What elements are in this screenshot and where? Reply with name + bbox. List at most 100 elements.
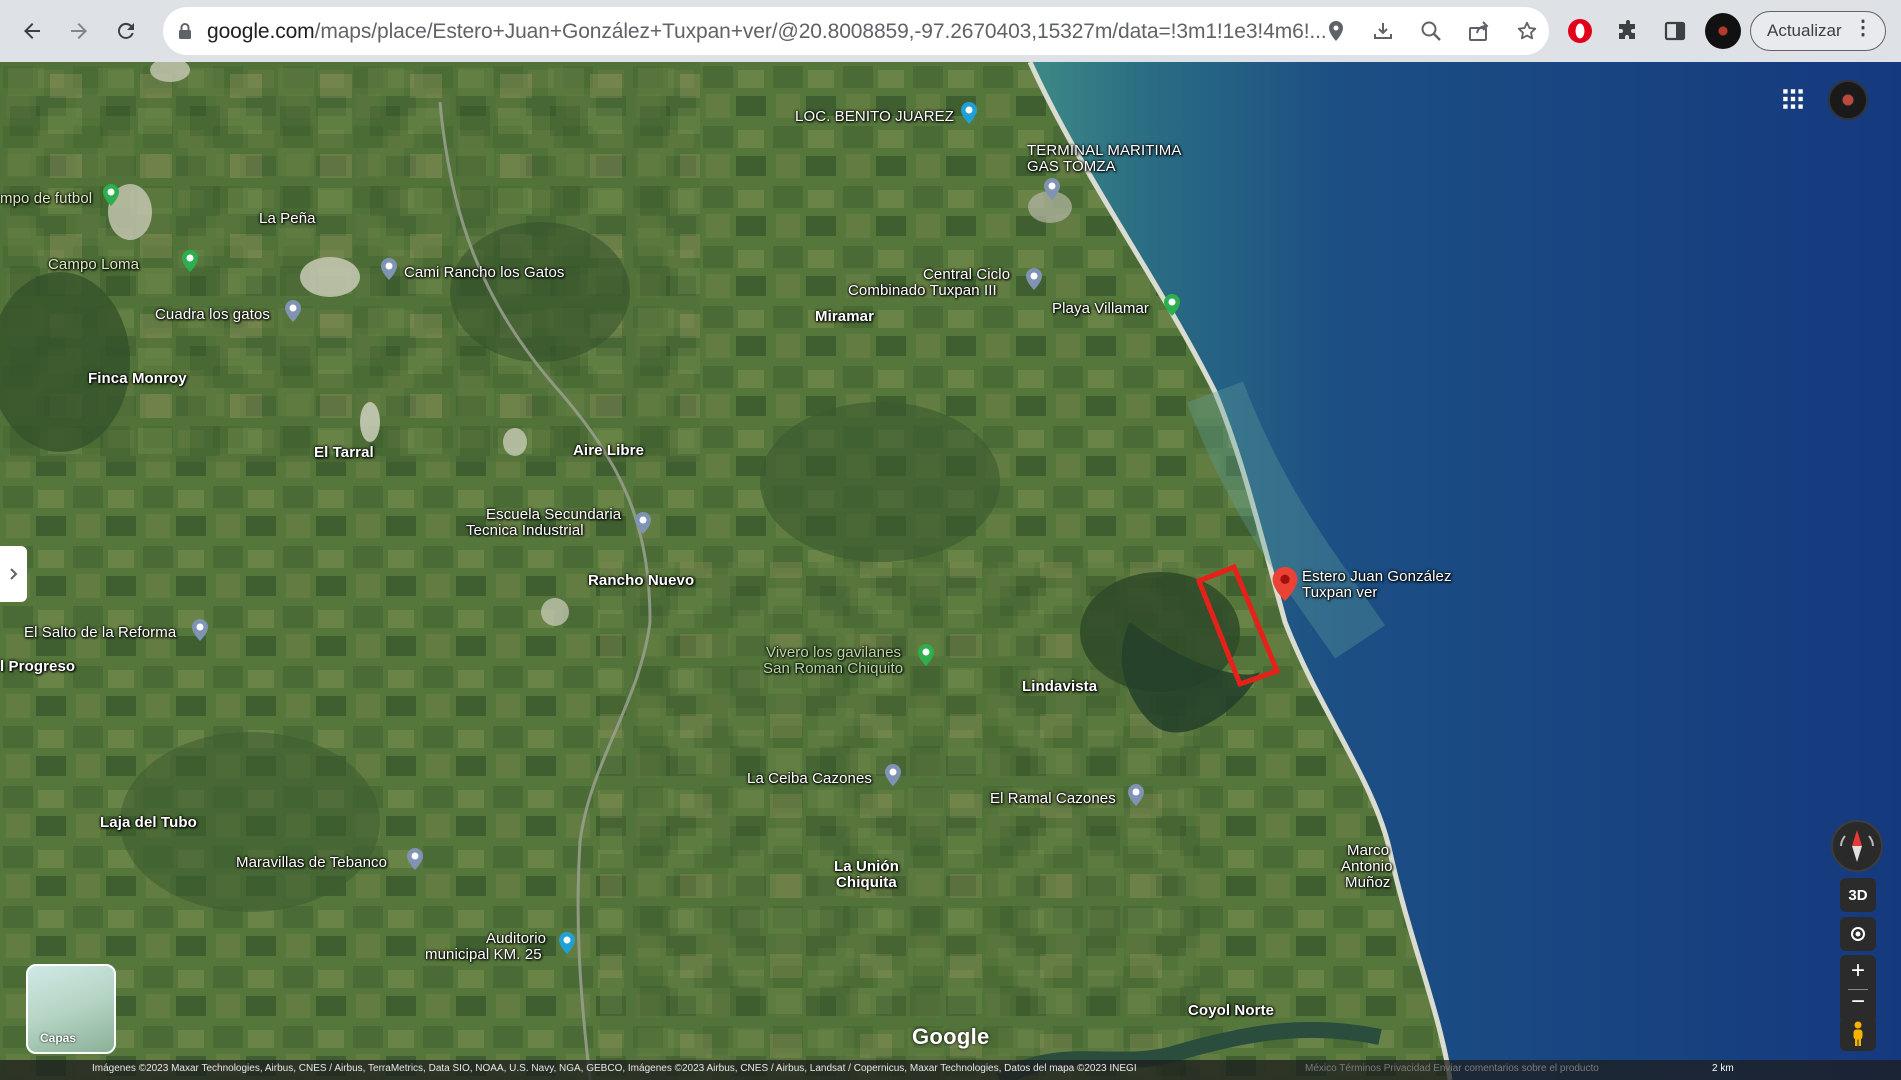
star-icon (1517, 21, 1537, 40)
place-label[interactable]: TERMINAL MARITIMA (1027, 142, 1181, 159)
account-avatar[interactable] (1828, 80, 1868, 120)
park-pin-icon[interactable] (917, 644, 935, 666)
zoom-button[interactable] (1419, 19, 1443, 43)
place-label[interactable]: Escuela Secundaria (486, 506, 621, 523)
place-label[interactable]: municipal KM. 25 (425, 946, 542, 963)
selected-place-name[interactable]: Estero Juan González (1302, 568, 1452, 585)
profile-avatar[interactable] (1705, 13, 1741, 49)
map-footer: Imágenes ©2023 Maxar Technologies, Airbu… (0, 1060, 1901, 1080)
place-label[interactable]: La Peña (259, 210, 316, 227)
footer-links[interactable]: México Términos Privacidad Enviar coment… (1305, 1063, 1599, 1074)
music-pin-icon[interactable] (558, 932, 576, 954)
zoom-icon (1421, 21, 1441, 41)
place-label[interactable]: Maravillas de Tebanco (236, 854, 387, 871)
forward-icon (71, 23, 87, 39)
park-pin-icon[interactable] (181, 250, 199, 272)
place-label[interactable]: Auditorio (486, 930, 546, 947)
zoom-in-button[interactable]: + (1840, 957, 1876, 985)
google-logo: Google (912, 1024, 990, 1049)
place-label[interactable]: Marco (1347, 842, 1389, 859)
layers-label: Capas (40, 1031, 77, 1045)
zoom-out-button[interactable]: − (1840, 988, 1876, 1016)
place-label[interactable]: GAS TOMZA (1027, 158, 1116, 175)
expand-panel-button[interactable] (0, 546, 27, 602)
place-label[interactable]: Rancho Nuevo (588, 572, 694, 589)
share-button[interactable] (1467, 19, 1491, 43)
place-pin-icon[interactable] (191, 619, 209, 641)
my-location-button[interactable] (1840, 917, 1876, 951)
place-label[interactable]: Chiquita (836, 874, 897, 891)
forward-button[interactable] (61, 13, 97, 49)
place-label[interactable]: Aire Libre (573, 442, 644, 459)
apps-grid-icon[interactable] (1780, 86, 1806, 112)
place-label[interactable]: Playa Villamar (1052, 300, 1149, 317)
attribution-text: Imágenes ©2023 Maxar Technologies, Airbu… (92, 1063, 1137, 1074)
bookmark-button[interactable] (1515, 19, 1539, 43)
place-label[interactable]: Vivero los gavilanes (766, 644, 901, 661)
selected-place-marker-icon[interactable] (1271, 566, 1299, 602)
extensions-icon (1619, 20, 1635, 39)
place-label[interactable]: Antonio (1341, 858, 1393, 875)
satellite-map[interactable]: LOC. BENITO JUAREZ TERMINAL MARITIMA GAS… (0, 62, 1901, 1080)
place-label[interactable]: Laja del Tubo (100, 814, 197, 831)
place-label[interactable]: Tecnica Industrial (466, 522, 584, 539)
place-label[interactable]: Cami Rancho los Gatos (404, 264, 565, 281)
address-bar[interactable]: google.com/maps/place/Estero+Juan+Gonzál… (163, 7, 1549, 55)
school-pin-icon[interactable] (634, 512, 652, 534)
place-label[interactable]: El Salto de la Reforma (24, 624, 176, 641)
place-label[interactable]: mpo de futbol (0, 190, 92, 207)
place-pin-icon[interactable] (1025, 268, 1043, 290)
layers-button[interactable]: Capas (26, 964, 116, 1054)
place-label[interactable]: Miramar (815, 308, 874, 325)
update-label: Actualizar (1767, 21, 1842, 40)
back-button[interactable] (14, 13, 50, 49)
reload-button[interactable] (108, 13, 144, 49)
place-label[interactable]: El Ramal Cazones (990, 790, 1116, 807)
zoom-controls: + − (1840, 955, 1876, 1023)
side-panel-button[interactable] (1659, 15, 1691, 47)
install-button[interactable] (1371, 19, 1395, 43)
pegman-icon (1853, 1021, 1863, 1046)
place-label[interactable]: El Tarral (314, 444, 374, 461)
street-view-button[interactable] (1840, 1017, 1876, 1051)
place-label[interactable]: Coyol Norte (1188, 1002, 1274, 1019)
share-icon (1469, 21, 1489, 41)
3d-toggle-button[interactable]: 3D (1840, 878, 1876, 912)
place-label[interactable]: La Unión (834, 858, 899, 875)
update-button[interactable]: Actualizar ⋮ (1750, 11, 1886, 51)
reload-icon (117, 22, 134, 39)
compass-button[interactable] (1831, 820, 1883, 872)
place-pin-icon[interactable] (1043, 178, 1061, 200)
place-label[interactable]: La Ceiba Cazones (747, 770, 872, 787)
scale-label[interactable]: 2 km (1712, 1063, 1734, 1074)
location-icon (1329, 21, 1343, 41)
place-pin-icon[interactable] (960, 102, 978, 124)
selected-place-subtitle[interactable]: Tuxpan ver (1302, 584, 1377, 601)
extensions-button[interactable] (1612, 15, 1644, 47)
place-label[interactable]: Muñoz (1345, 874, 1391, 891)
place-pin-icon[interactable] (1127, 784, 1145, 806)
place-pin-icon[interactable] (380, 258, 398, 280)
opera-extension[interactable] (1564, 15, 1596, 47)
location-button[interactable] (1324, 19, 1348, 43)
chevron-right-icon (9, 568, 17, 580)
park-pin-icon[interactable] (1163, 294, 1181, 316)
place-label[interactable]: Combinado Tuxpan III (848, 282, 997, 299)
place-pin-icon[interactable] (284, 300, 302, 322)
place-label[interactable]: Lindavista (1022, 678, 1097, 695)
place-pin-icon[interactable] (406, 848, 424, 870)
place-label[interactable]: Finca Monroy (88, 370, 187, 387)
place-label[interactable]: Campo Loma (48, 256, 139, 273)
url-path: /maps/place/Estero+Juan+González+Tuxpan+… (314, 20, 1327, 43)
place-label[interactable]: Central Ciclo (923, 266, 1010, 283)
side-panel-icon (1664, 21, 1686, 41)
compass-icon (1840, 830, 1874, 862)
place-label[interactable]: San Roman Chiquito (763, 660, 903, 677)
lock-icon[interactable] (177, 22, 193, 40)
place-label[interactable]: l Progreso (0, 658, 75, 675)
park-pin-icon[interactable] (102, 184, 120, 206)
place-label[interactable]: Cuadra los gatos (155, 306, 270, 323)
place-label[interactable]: LOC. BENITO JUAREZ (795, 108, 954, 125)
my-location-icon (1851, 927, 1865, 941)
place-pin-icon[interactable] (884, 764, 902, 786)
